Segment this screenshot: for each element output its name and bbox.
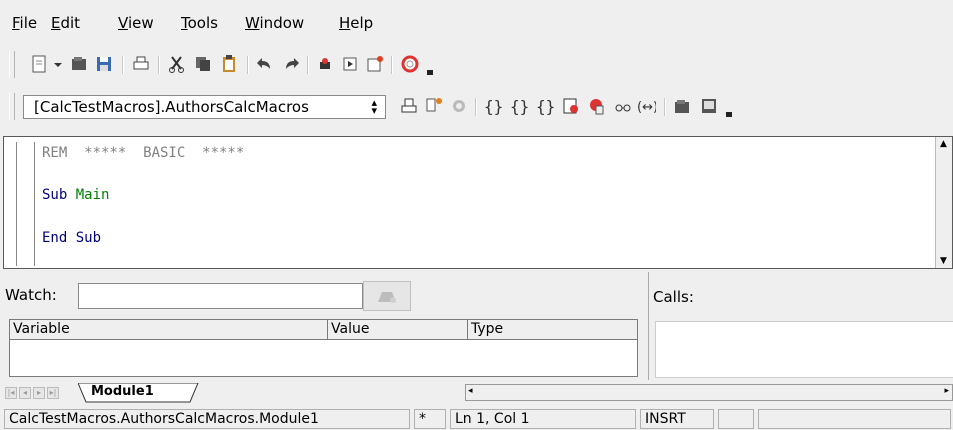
status-bar: CalcTestMacros.AuthorsCalcMacros.Module1… bbox=[0, 406, 953, 430]
menu-bar: File Edit View Tools Window Help bbox=[0, 0, 953, 40]
watch-label: Watch: bbox=[5, 286, 57, 304]
basic-code-editor[interactable]: REM ***** BASIC ***** Sub Main End Sub ▲… bbox=[3, 136, 953, 269]
gallery-icon[interactable] bbox=[340, 54, 360, 74]
svg-text:{}: {} bbox=[510, 97, 529, 116]
calls-pane: Calls: bbox=[648, 272, 953, 380]
toolbar-separator bbox=[664, 98, 666, 116]
menu-window[interactable]: Window bbox=[245, 14, 304, 32]
remove-watch-icon bbox=[378, 292, 396, 303]
svg-text:{}: {} bbox=[484, 97, 503, 116]
svg-text:{}: {} bbox=[536, 97, 555, 116]
scroll-left-icon[interactable]: ◂ bbox=[468, 386, 473, 396]
toolbar-overflow-icon[interactable] bbox=[726, 112, 732, 117]
toolbar-separator bbox=[122, 56, 124, 74]
undo-icon[interactable] bbox=[255, 54, 275, 74]
menu-help[interactable]: Help bbox=[339, 14, 373, 32]
toolbar-separator bbox=[247, 56, 249, 74]
watch-input[interactable] bbox=[78, 283, 363, 309]
toolbar-separator bbox=[391, 56, 393, 74]
tab-module1[interactable]: Module1 bbox=[91, 384, 154, 399]
save-icon[interactable] bbox=[94, 54, 114, 74]
last-tab-icon[interactable]: ▸| bbox=[47, 387, 59, 399]
run-icon[interactable] bbox=[424, 96, 444, 116]
watch-icon[interactable] bbox=[613, 96, 633, 116]
menu-edit[interactable]: Edit bbox=[51, 14, 80, 32]
code-line-2[interactable]: Sub Main bbox=[42, 187, 109, 203]
toolbar-separator bbox=[307, 56, 309, 74]
edit-file-icon[interactable] bbox=[365, 54, 385, 74]
status-modified: * bbox=[414, 409, 446, 429]
cut-icon[interactable] bbox=[167, 54, 187, 74]
watch-table[interactable]: Variable Value Type bbox=[9, 319, 638, 377]
status-empty-field bbox=[758, 409, 951, 429]
library-selector[interactable]: [CalcTestMacros].AuthorsCalcMacros ▴ ▾ bbox=[23, 95, 386, 119]
editor-horizontal-scrollbar[interactable]: ◂ ▸ bbox=[465, 384, 953, 401]
redo-icon[interactable] bbox=[281, 54, 301, 74]
open-icon[interactable] bbox=[69, 54, 89, 74]
scroll-right-icon[interactable]: ▸ bbox=[944, 386, 949, 396]
code-line-1[interactable]: REM ***** BASIC ***** bbox=[42, 145, 244, 161]
column-value[interactable]: Value bbox=[328, 320, 468, 340]
previous-tab-icon[interactable]: ◂ bbox=[19, 387, 31, 399]
step-over-icon[interactable]: {} bbox=[509, 96, 529, 116]
compile-icon[interactable] bbox=[399, 96, 419, 116]
scroll-down-icon[interactable]: ▼ bbox=[940, 256, 947, 266]
column-variable[interactable]: Variable bbox=[10, 320, 328, 340]
calls-list[interactable] bbox=[655, 321, 953, 378]
breakpoint-icon[interactable] bbox=[561, 96, 581, 116]
module-tab-bar: |◂ ◂ ▸ ▸| Module1 ◂ ▸ bbox=[3, 383, 953, 403]
menu-view[interactable]: View bbox=[118, 14, 154, 32]
save-basic-icon[interactable] bbox=[699, 96, 719, 116]
editor-vertical-scrollbar[interactable]: ▲ ▼ bbox=[935, 137, 952, 268]
manage-breakpoints-icon[interactable] bbox=[587, 96, 607, 116]
new-document-icon[interactable] bbox=[29, 54, 49, 74]
toolbar-overflow-icon[interactable] bbox=[427, 70, 433, 75]
step-out-icon[interactable]: {} bbox=[535, 96, 555, 116]
library-selector-value: [CalcTestMacros].AuthorsCalcMacros bbox=[34, 98, 309, 116]
navigator-icon[interactable] bbox=[315, 54, 335, 74]
dropdown-arrow-icon[interactable] bbox=[53, 54, 63, 74]
insert-basic-source-icon[interactable] bbox=[673, 96, 693, 116]
svg-text:(↔): (↔) bbox=[637, 100, 656, 115]
watch-pane: Watch: Variable Value Type bbox=[3, 272, 644, 380]
calls-label: Calls: bbox=[653, 288, 694, 306]
help-icon[interactable] bbox=[400, 54, 420, 74]
paste-icon[interactable] bbox=[219, 54, 239, 74]
menu-file[interactable]: File bbox=[12, 14, 37, 32]
toolbar-separator bbox=[475, 98, 477, 116]
toolbar-grip[interactable] bbox=[9, 51, 15, 78]
status-insert-mode[interactable]: INSRT bbox=[640, 409, 714, 429]
toolbar-grip[interactable] bbox=[9, 93, 15, 120]
status-selection-mode[interactable] bbox=[718, 409, 754, 429]
column-type[interactable]: Type bbox=[468, 320, 638, 340]
first-tab-icon[interactable]: |◂ bbox=[5, 387, 17, 399]
scroll-up-icon[interactable]: ▲ bbox=[940, 139, 947, 149]
menu-tools[interactable]: Tools bbox=[181, 14, 218, 32]
stop-icon[interactable] bbox=[449, 96, 469, 116]
macro-toolbar: [CalcTestMacros].AuthorsCalcMacros ▴ ▾ {}… bbox=[9, 90, 953, 123]
copy-icon[interactable] bbox=[193, 54, 213, 74]
status-cursor-position: Ln 1, Col 1 bbox=[450, 409, 636, 429]
standard-toolbar bbox=[9, 48, 953, 81]
code-line-3[interactable]: End Sub bbox=[42, 230, 101, 246]
toolbar-separator bbox=[158, 56, 160, 74]
print-icon[interactable] bbox=[131, 54, 151, 74]
status-location: CalcTestMacros.AuthorsCalcMacros.Module1 bbox=[4, 409, 410, 429]
step-into-icon[interactable]: {} bbox=[483, 96, 503, 116]
spin-arrows-icon[interactable]: ▴ ▾ bbox=[371, 97, 377, 116]
breakpoint-gutter[interactable] bbox=[16, 142, 35, 266]
remove-watch-button[interactable] bbox=[363, 281, 411, 311]
find-parentheses-icon[interactable]: (↔) bbox=[636, 96, 656, 116]
next-tab-icon[interactable]: ▸ bbox=[33, 387, 45, 399]
